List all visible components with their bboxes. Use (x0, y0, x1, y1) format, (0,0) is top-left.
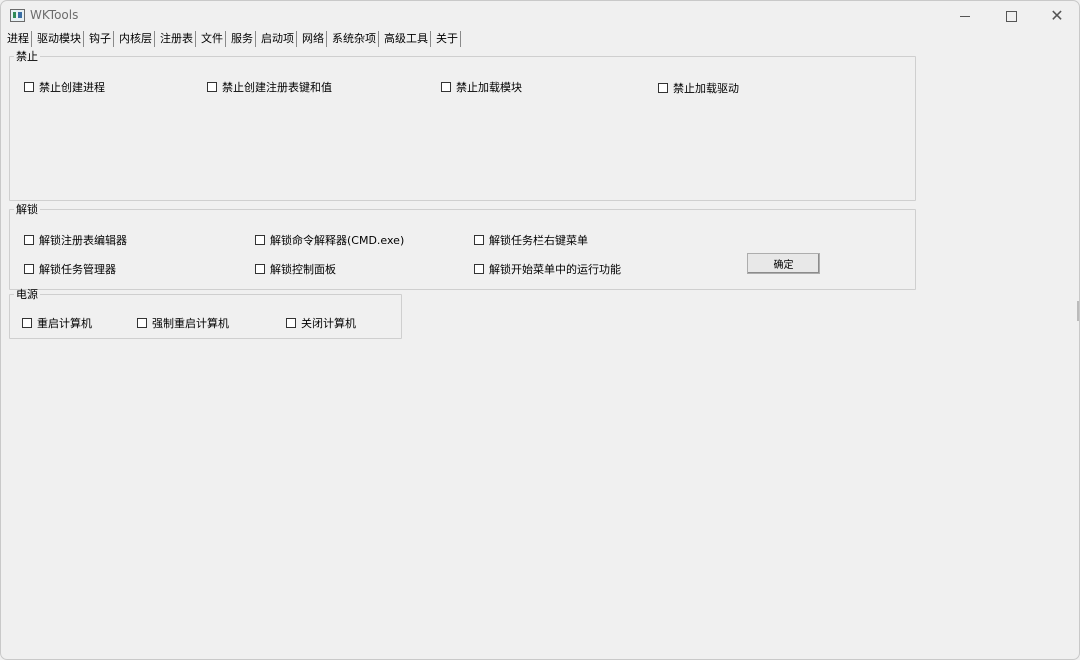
prohibit-group: 禁止 (9, 51, 916, 201)
power-group: 电源 (9, 289, 402, 339)
checkbox-box[interactable] (137, 318, 147, 328)
tab-services[interactable]: 服务 (229, 31, 256, 47)
close-icon: ✕ (1050, 6, 1064, 25)
unlock-group: 解锁 (9, 204, 916, 290)
checkbox-box[interactable] (658, 83, 668, 93)
tab-about[interactable]: 关于 (434, 31, 461, 47)
prohibit-create-process-checkbox[interactable]: 禁止创建进程 (24, 79, 105, 95)
app-icon (10, 9, 25, 22)
maximize-button[interactable] (988, 1, 1034, 31)
unlock-cmd-checkbox[interactable]: 解锁命令解释器(CMD.exe) (255, 232, 404, 248)
checkbox-box[interactable] (207, 82, 217, 92)
minimize-button[interactable] (942, 1, 988, 31)
checkbox-box[interactable] (24, 264, 34, 274)
power-group-title: 电源 (16, 288, 38, 301)
checkbox-label: 禁止创建进程 (39, 81, 105, 94)
force-restart-checkbox[interactable]: 强制重启计算机 (137, 315, 229, 331)
resize-edge[interactable] (1077, 301, 1079, 321)
checkbox-box[interactable] (24, 235, 34, 245)
window-title: WKTools (30, 8, 79, 22)
tab-advanced-tools[interactable]: 高级工具 (382, 31, 431, 47)
prohibit-group-title: 禁止 (16, 50, 38, 63)
checkbox-box[interactable] (474, 235, 484, 245)
checkbox-label: 禁止加载驱动 (673, 82, 739, 95)
checkbox-label: 重启计算机 (37, 317, 92, 330)
checkbox-box[interactable] (286, 318, 296, 328)
unlock-regedit-checkbox[interactable]: 解锁注册表编辑器 (24, 232, 127, 248)
checkbox-box[interactable] (255, 264, 265, 274)
checkbox-label: 解锁任务管理器 (39, 263, 116, 276)
tab-network[interactable]: 网络 (300, 31, 327, 47)
tab-bar: 进程 驱动模块 钩子 内核层 注册表 文件 服务 启动项 网络 系统杂项 高级工具 关于 (5, 31, 464, 49)
checkbox-box[interactable] (441, 82, 451, 92)
unlock-start-run-checkbox[interactable]: 解锁开始菜单中的运行功能 (474, 261, 621, 277)
unlock-group-title: 解锁 (16, 203, 38, 216)
checkbox-label: 强制重启计算机 (152, 317, 229, 330)
checkbox-label: 禁止创建注册表键和值 (222, 81, 332, 94)
tab-files[interactable]: 文件 (199, 31, 226, 47)
restart-computer-checkbox[interactable]: 重启计算机 (22, 315, 92, 331)
confirm-button[interactable]: 确定 (747, 253, 820, 274)
prohibit-create-registry-checkbox[interactable]: 禁止创建注册表键和值 (207, 79, 332, 95)
app-window: WKTools ✕ 进程 驱动模块 钩子 内核层 注册表 文件 服务 启动项 网络 系统杂项 高级工… (0, 0, 1080, 660)
unlock-control-panel-checkbox[interactable]: 解锁控制面板 (255, 261, 336, 277)
checkbox-label: 解锁任务栏右键菜单 (489, 234, 588, 247)
checkbox-label: 关闭计算机 (301, 317, 356, 330)
checkbox-label: 解锁开始菜单中的运行功能 (489, 263, 621, 276)
tab-startup[interactable]: 启动项 (259, 31, 297, 47)
prohibit-load-module-checkbox[interactable]: 禁止加载模块 (441, 79, 522, 95)
tab-system-misc[interactable]: 系统杂项 (330, 31, 379, 47)
prohibit-load-driver-checkbox[interactable]: 禁止加载驱动 (658, 80, 739, 96)
minimize-icon (960, 15, 970, 17)
checkbox-box[interactable] (24, 82, 34, 92)
maximize-icon (1005, 10, 1017, 22)
tab-hooks[interactable]: 钩子 (87, 31, 114, 47)
checkbox-label: 解锁控制面板 (270, 263, 336, 276)
checkbox-label: 禁止加载模块 (456, 81, 522, 94)
tab-driver-modules[interactable]: 驱动模块 (35, 31, 84, 47)
close-button[interactable]: ✕ (1034, 1, 1079, 31)
shutdown-computer-checkbox[interactable]: 关闭计算机 (286, 315, 356, 331)
tab-kernel[interactable]: 内核层 (117, 31, 155, 47)
tab-registry[interactable]: 注册表 (158, 31, 196, 47)
checkbox-box[interactable] (474, 264, 484, 274)
unlock-task-manager-checkbox[interactable]: 解锁任务管理器 (24, 261, 116, 277)
tab-process[interactable]: 进程 (5, 31, 32, 47)
unlock-taskbar-menu-checkbox[interactable]: 解锁任务栏右键菜单 (474, 232, 588, 248)
checkbox-label: 解锁注册表编辑器 (39, 234, 127, 247)
checkbox-box[interactable] (255, 235, 265, 245)
title-bar: WKTools ✕ (1, 1, 1079, 31)
checkbox-box[interactable] (22, 318, 32, 328)
checkbox-label: 解锁命令解释器(CMD.exe) (270, 234, 405, 247)
